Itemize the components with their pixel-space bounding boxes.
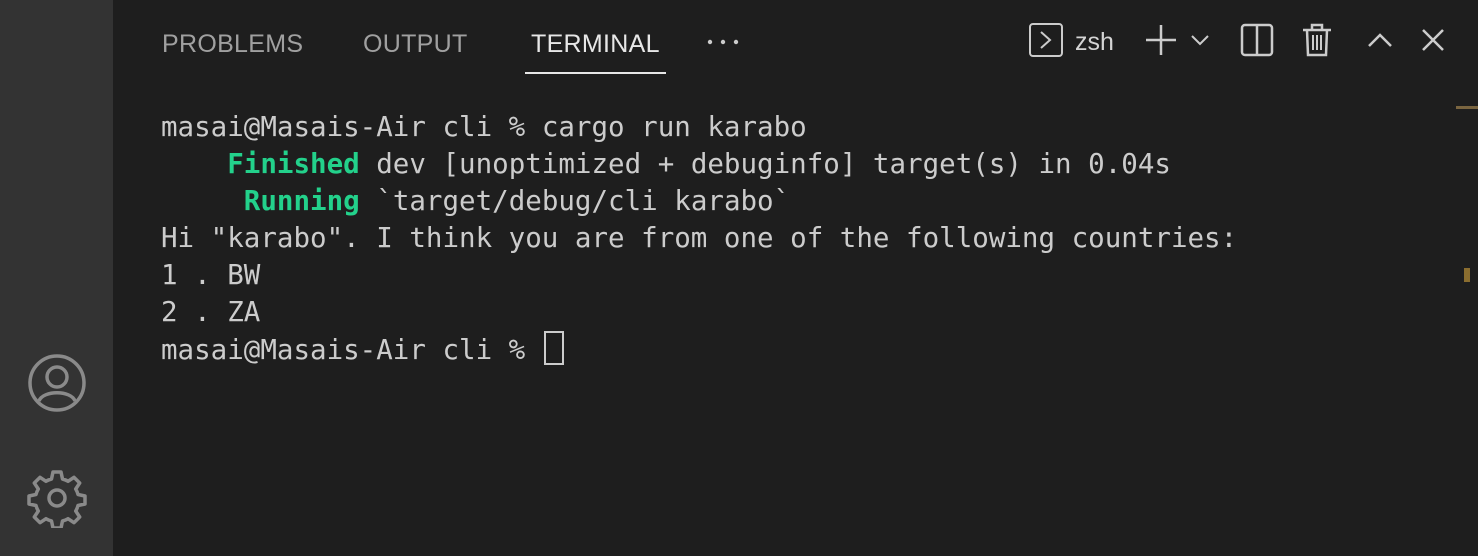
- kill-terminal-button[interactable]: [1297, 22, 1337, 62]
- close-icon: [1419, 26, 1447, 59]
- chevron-up-icon: [1365, 25, 1395, 60]
- scroll-ruler-marker: [1456, 106, 1478, 109]
- accounts-button[interactable]: [0, 343, 113, 423]
- terminal-icon: [1028, 22, 1064, 63]
- terminal-command: cargo run karabo: [541, 111, 807, 143]
- launch-profile-button[interactable]: [1181, 22, 1219, 62]
- terminal-scrollbar[interactable]: [1454, 86, 1478, 556]
- more-tabs-button[interactable]: [705, 24, 741, 60]
- terminal-line: Hi "karabo". I think you are from one of…: [161, 222, 1238, 254]
- terminal-line: Finished dev [unoptimized + debuginfo] t…: [161, 146, 1171, 183]
- terminal-output: dev [unoptimized + debuginfo] target(s) …: [359, 148, 1171, 180]
- account-icon: [27, 353, 87, 413]
- ellipsis-icon: [705, 39, 741, 64]
- scroll-ruler-marker: [1464, 268, 1470, 282]
- terminal-output: `target/debug/cli karabo`: [359, 185, 791, 217]
- close-panel-button[interactable]: [1413, 22, 1453, 62]
- terminal-shell-button[interactable]: [1026, 22, 1066, 62]
- new-terminal-button[interactable]: [1141, 22, 1181, 62]
- terminal-viewport[interactable]: masai@Masais-Air cli % cargo run karabo …: [113, 86, 1453, 556]
- terminal-prompt: masai@Masais-Air cli %: [161, 111, 542, 143]
- tab-problems[interactable]: PROBLEMS: [162, 22, 303, 66]
- panel-header: PROBLEMS OUTPUT TERMINAL zsh: [113, 0, 1478, 86]
- terminal-line: masai@Masais-Air cli %: [161, 331, 564, 368]
- gear-icon: [26, 468, 87, 528]
- plus-icon: [1143, 22, 1179, 63]
- terminal-line: Running `target/debug/cli karabo`: [161, 183, 790, 220]
- status-running: Running: [243, 185, 360, 217]
- terminal-cursor: [543, 331, 564, 365]
- terminal-prompt: masai@Masais-Air cli %: [161, 334, 542, 366]
- activity-bar: [0, 0, 113, 556]
- terminal-line: 2 . ZA: [161, 296, 261, 328]
- split-icon: [1239, 22, 1275, 63]
- chevron-down-icon: [1189, 29, 1211, 56]
- vscode-panel-window: PROBLEMS OUTPUT TERMINAL zsh masai@Masai…: [0, 0, 1478, 556]
- manage-button[interactable]: [0, 458, 113, 538]
- tab-output[interactable]: OUTPUT: [363, 22, 468, 66]
- maximize-panel-button[interactable]: [1360, 22, 1400, 62]
- trash-icon: [1299, 22, 1335, 63]
- status-finished: Finished: [227, 148, 360, 180]
- shell-name[interactable]: zsh: [1075, 22, 1114, 62]
- split-terminal-button[interactable]: [1237, 22, 1277, 62]
- terminal-line: 1 . BW: [161, 259, 261, 291]
- tab-terminal[interactable]: TERMINAL: [525, 22, 666, 74]
- terminal-line: masai@Masais-Air cli % cargo run karabo: [161, 109, 807, 146]
